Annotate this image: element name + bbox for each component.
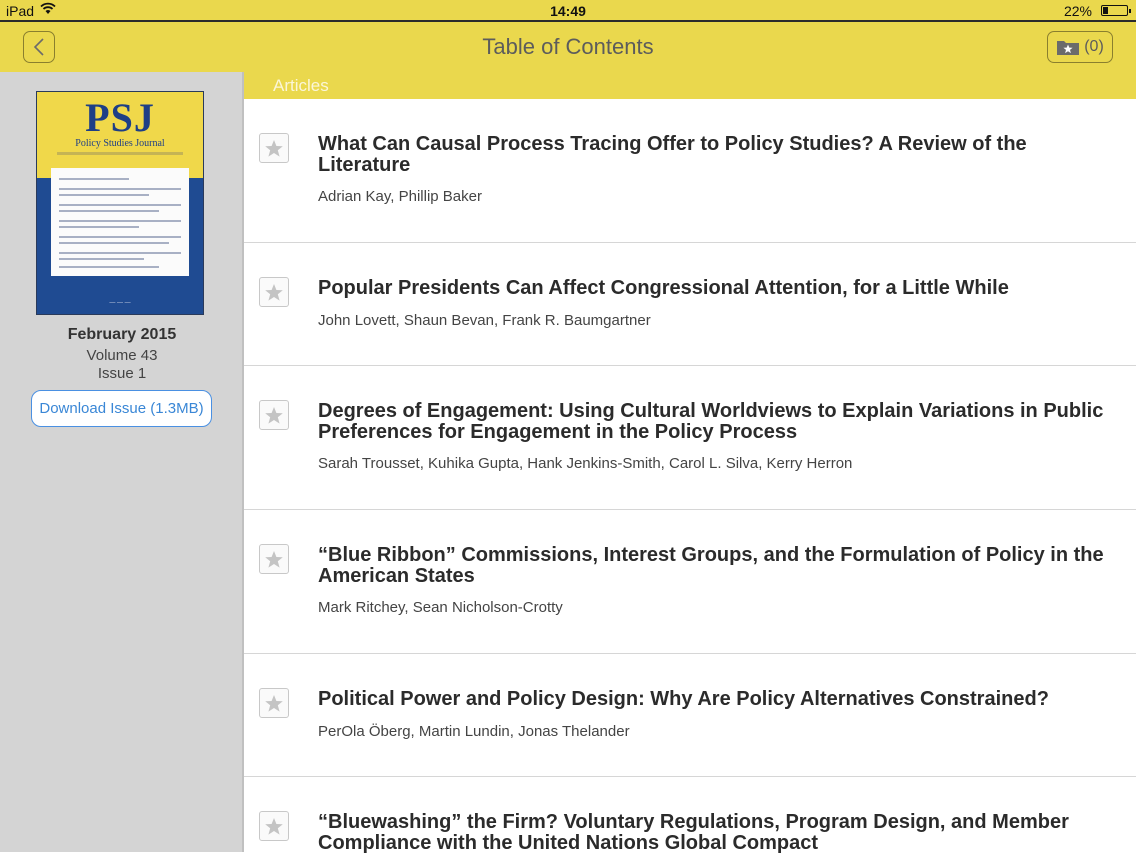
article-title[interactable]: “Bluewashing” the Firm? Voluntary Regula… bbox=[318, 812, 1116, 854]
star-icon bbox=[265, 550, 283, 568]
star-icon bbox=[265, 283, 283, 301]
cover-title: PSJ bbox=[85, 95, 155, 140]
section-label: Articles bbox=[273, 76, 329, 95]
cover-contents-panel bbox=[51, 168, 189, 276]
article-row[interactable]: Political Power and Policy Design: Why A… bbox=[244, 654, 1136, 777]
star-icon bbox=[265, 406, 283, 424]
section-header: Articles bbox=[244, 72, 1136, 99]
article-title[interactable]: “Blue Ribbon” Commissions, Interest Grou… bbox=[318, 545, 1116, 587]
article-row[interactable]: Popular Presidents Can Affect Congressio… bbox=[244, 243, 1136, 366]
article-title[interactable]: Political Power and Policy Design: Why A… bbox=[318, 689, 1116, 710]
favorites-button[interactable]: (0) bbox=[1047, 31, 1113, 63]
article-authors: Mark Ritchey, Sean Nicholson-Crotty bbox=[318, 599, 563, 616]
article-row[interactable]: “Blue Ribbon” Commissions, Interest Grou… bbox=[244, 510, 1136, 654]
issue-number: Issue 1 bbox=[97, 365, 147, 382]
favorite-toggle-button[interactable] bbox=[259, 400, 289, 430]
article-row[interactable]: “Bluewashing” the Firm? Voluntary Regula… bbox=[244, 777, 1136, 857]
battery-percent: 22% bbox=[1063, 3, 1092, 19]
star-icon bbox=[265, 817, 283, 835]
article-list: What Can Causal Process Tracing Offer to… bbox=[244, 99, 1136, 857]
battery-icon bbox=[1101, 5, 1131, 16]
article-title[interactable]: Popular Presidents Can Affect Congressio… bbox=[318, 278, 1116, 299]
star-icon bbox=[265, 139, 283, 157]
issue-volume: Volume 43 bbox=[86, 347, 158, 364]
article-authors: John Lovett, Shaun Bevan, Frank R. Baumg… bbox=[318, 312, 651, 329]
favorite-toggle-button[interactable] bbox=[259, 811, 289, 841]
issue-sidebar: PSJ Policy Studies Journal — — — Februar… bbox=[0, 72, 244, 852]
favorite-toggle-button[interactable] bbox=[259, 277, 289, 307]
favorite-toggle-button[interactable] bbox=[259, 133, 289, 163]
status-bar: iPad 14:49 22% bbox=[0, 0, 1136, 22]
article-title[interactable]: Degrees of Engagement: Using Cultural Wo… bbox=[318, 401, 1116, 443]
favorite-toggle-button[interactable] bbox=[259, 688, 289, 718]
article-row[interactable]: What Can Causal Process Tracing Offer to… bbox=[244, 99, 1136, 243]
star-icon bbox=[265, 694, 283, 712]
page-title: Table of Contents bbox=[482, 34, 654, 59]
favorites-count: (0) bbox=[1084, 38, 1104, 55]
download-issue-button[interactable]: Download Issue (1.3MB) bbox=[31, 390, 212, 427]
article-row[interactable]: Degrees of Engagement: Using Cultural Wo… bbox=[244, 366, 1136, 510]
cover-subtitle: Policy Studies Journal bbox=[75, 138, 165, 149]
issue-date: February 2015 bbox=[67, 326, 177, 343]
folder-star-icon bbox=[1057, 41, 1080, 55]
article-title[interactable]: What Can Causal Process Tracing Offer to… bbox=[318, 134, 1116, 176]
clock: 14:49 bbox=[550, 3, 586, 19]
article-authors: Adrian Kay, Phillip Baker bbox=[318, 188, 482, 205]
article-authors: Sarah Trousset, Kuhika Gupta, Hank Jenki… bbox=[318, 455, 853, 472]
article-authors: PerOla Öberg, Martin Lundin, Jonas Thela… bbox=[318, 723, 630, 740]
cover-footer: — — — bbox=[109, 300, 131, 306]
journal-cover[interactable]: PSJ Policy Studies Journal — — — bbox=[36, 91, 204, 315]
navigation-bar: Table of Contents (0) bbox=[0, 22, 1136, 72]
favorite-toggle-button[interactable] bbox=[259, 544, 289, 574]
